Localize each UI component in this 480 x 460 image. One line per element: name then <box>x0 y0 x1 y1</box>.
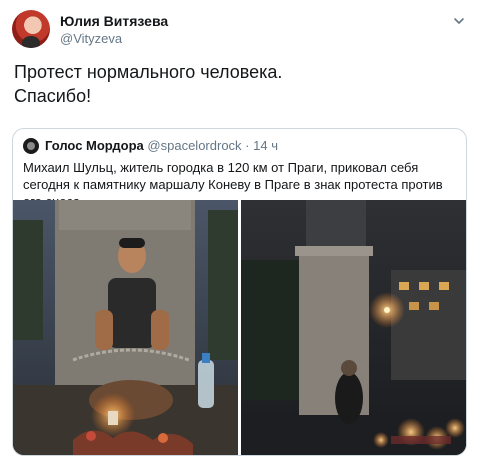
tweet-text-line: Протест нормального человека. <box>14 62 283 82</box>
tweet-header: Юлия Витязева @Vityzeva <box>12 10 468 50</box>
quoted-author-handle[interactable]: @spacelordrock <box>147 138 241 153</box>
dot-separator: · <box>245 138 250 153</box>
tweet: Юлия Витязева @Vityzeva Протест нормальн… <box>0 0 480 460</box>
photo-grid <box>13 200 466 455</box>
photo-night-monument-with-candles[interactable] <box>241 200 466 455</box>
chevron-down-icon[interactable] <box>452 14 466 28</box>
avatar[interactable] <box>12 10 50 48</box>
quoted-avatar[interactable] <box>23 138 39 154</box>
photo-man-chained-to-monument[interactable] <box>13 200 238 455</box>
author-handle[interactable]: @Vityzeva <box>60 30 168 47</box>
tweet-text-line: Спасибо! <box>14 86 92 106</box>
author-display-name[interactable]: Юлия Витязева <box>60 13 168 30</box>
quoted-tweet[interactable]: Голос Мордора @spacelordrock · 14 ч Миха… <box>12 128 467 456</box>
author-names[interactable]: Юлия Витязева @Vityzeva <box>60 13 168 47</box>
quoted-timestamp[interactable]: 14 ч <box>253 138 278 153</box>
tweet-text: Протест нормального человека. Спасибо! <box>14 60 470 108</box>
quoted-author-display-name[interactable]: Голос Мордора <box>45 138 144 153</box>
quoted-author-line: Голос Мордора @spacelordrock · 14 ч <box>45 137 278 155</box>
